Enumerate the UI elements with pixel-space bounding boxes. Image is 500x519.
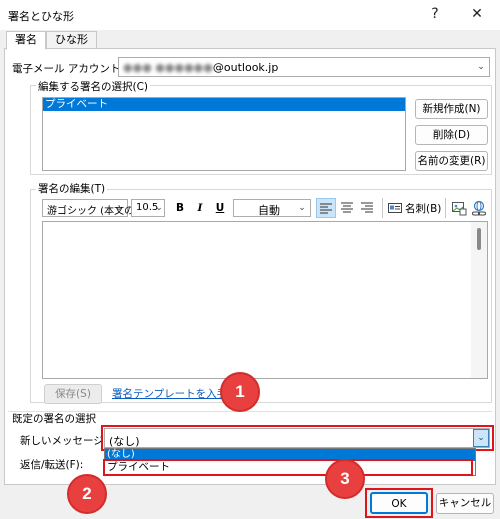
font-size-select[interactable]: 10.5 ⌄ — [131, 199, 165, 217]
align-left-button[interactable] — [316, 198, 336, 218]
close-button[interactable]: ✕ — [466, 4, 488, 24]
business-card-button[interactable]: 名刺(B) — [388, 199, 441, 217]
align-right-icon — [361, 202, 373, 213]
highlight-box-ok — [365, 488, 433, 518]
account-domain: @outlook.jp — [212, 61, 279, 74]
reply-forward-label: 返信/転送(F): — [20, 459, 84, 471]
select-signature-label: 編集する署名の選択(C) — [36, 79, 151, 94]
font-color-select[interactable]: 自動 ⌄ — [233, 199, 311, 217]
window-title: 署名とひな形 — [8, 10, 74, 23]
insert-picture-button[interactable] — [451, 200, 467, 216]
business-card-icon — [388, 203, 402, 213]
help-button[interactable]: ? — [424, 4, 446, 24]
business-card-label: 名刺(B) — [405, 202, 442, 215]
font-select[interactable]: 游ゴシック (本文の ⌄ — [42, 199, 134, 217]
rename-signature-button[interactable]: 名前の変更(R) — [415, 151, 488, 171]
account-select[interactable]: ●●● ●●●●●●@outlook.jp ⌄ — [118, 57, 490, 77]
toolbar-divider — [382, 198, 383, 218]
callout-badge-2: 2 — [67, 474, 107, 514]
account-name-blurred: ●●● ●●●●●● — [123, 61, 213, 74]
save-button[interactable]: 保存(S) — [44, 384, 102, 404]
highlight-box-private-option — [103, 459, 473, 476]
scrollbar-thumb[interactable] — [477, 228, 481, 250]
delete-signature-button[interactable]: 削除(D) — [415, 125, 488, 145]
edit-signature-label: 署名の編集(T) — [36, 181, 108, 196]
picture-icon — [452, 202, 467, 216]
signature-editor[interactable] — [42, 221, 488, 379]
chevron-down-icon[interactable]: ⌄ — [473, 58, 489, 76]
insert-hyperlink-button[interactable] — [471, 200, 487, 216]
align-right-button[interactable] — [358, 199, 376, 217]
align-center-icon — [341, 202, 353, 213]
hyperlink-icon — [472, 200, 486, 216]
italic-button[interactable]: I — [192, 200, 208, 216]
align-left-icon — [320, 203, 332, 214]
callout-badge-1: 1 — [220, 372, 260, 412]
editor-scrollbar[interactable] — [471, 222, 487, 378]
callout-badge-3: 3 — [325, 459, 365, 499]
tab-stationery[interactable]: ひな形 — [46, 31, 97, 49]
align-center-button[interactable] — [338, 199, 356, 217]
list-item[interactable]: プライベート — [43, 98, 405, 111]
default-signature-label: 既定の署名の選択 — [12, 413, 96, 425]
cancel-button[interactable]: キャンセル — [436, 493, 494, 514]
new-signature-button[interactable]: 新規作成(N) — [415, 99, 488, 119]
signature-list[interactable]: プライベート — [42, 97, 406, 171]
toolbar-divider — [445, 198, 446, 218]
tab-signature[interactable]: 署名 — [6, 31, 46, 50]
underline-button[interactable]: U — [212, 200, 228, 216]
bold-button[interactable]: B — [172, 200, 188, 216]
